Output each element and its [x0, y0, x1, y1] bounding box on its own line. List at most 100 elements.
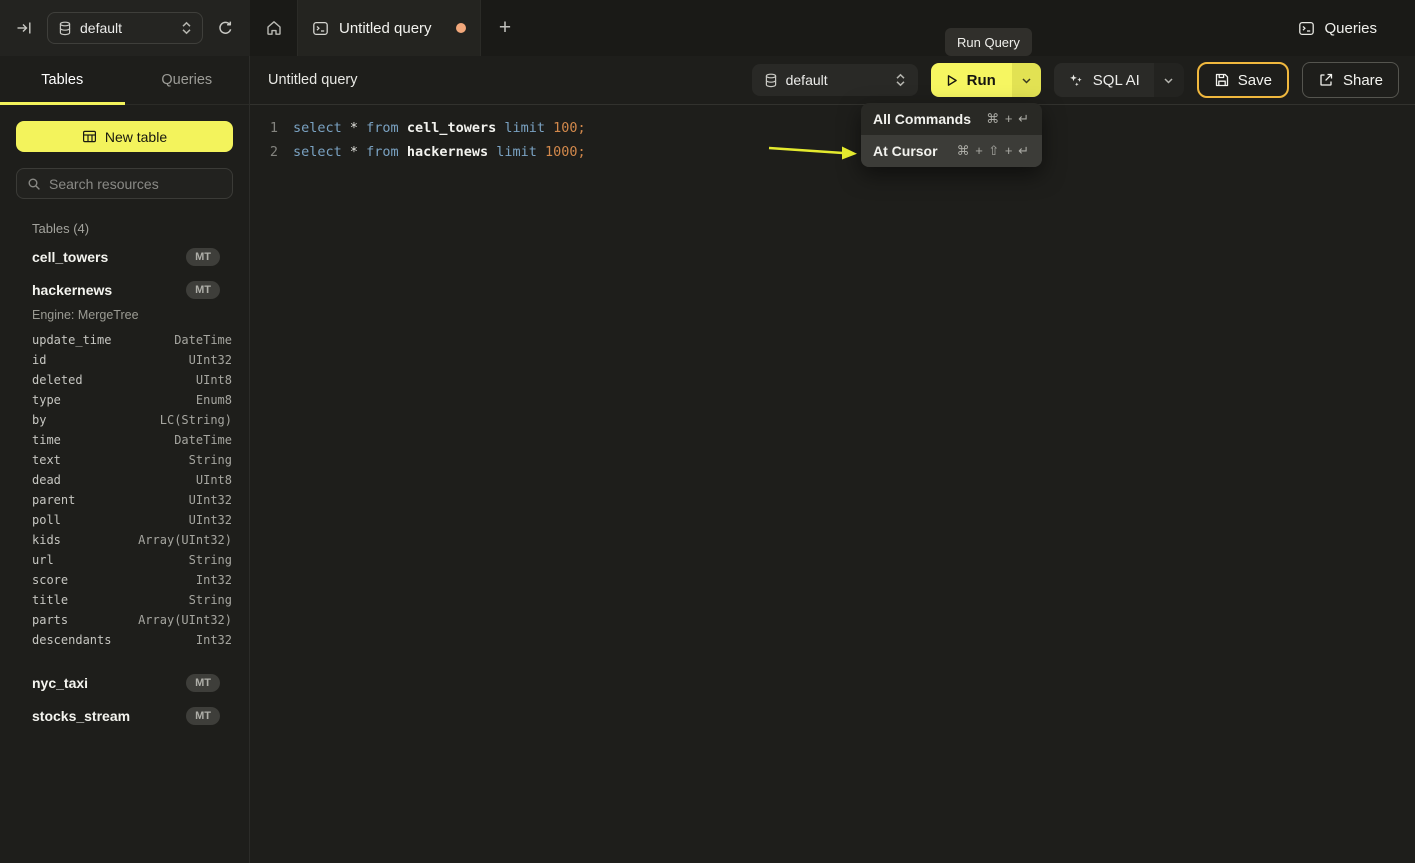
- editor-toolbar: Untitled query default: [250, 56, 1415, 105]
- sidebar-tab-tables[interactable]: Tables: [0, 56, 125, 104]
- chevron-down-icon: [1163, 75, 1174, 86]
- topbar-database-selector[interactable]: default: [47, 12, 203, 44]
- column-name: text: [32, 453, 61, 467]
- share-button[interactable]: Share: [1302, 62, 1399, 98]
- column-name: deleted: [32, 373, 83, 387]
- column-row: kids Array(UInt32): [16, 530, 233, 550]
- query-title: Untitled query: [268, 72, 357, 88]
- tree-gap: [16, 650, 233, 666]
- run-options-button[interactable]: [1012, 63, 1041, 97]
- run-menu-item-label: At Cursor: [873, 143, 938, 159]
- code-line: 1 select * from cell_towers limit 100;: [266, 116, 1415, 140]
- refresh-icon: [217, 20, 234, 37]
- sidebar-body: New table Tables (4) cell_towers MT hack…: [0, 105, 249, 748]
- refresh-button[interactable]: [213, 16, 238, 41]
- column-row: by LC(String): [16, 410, 233, 430]
- new-table-button[interactable]: New table: [16, 121, 233, 152]
- code-token: 1000;: [545, 144, 586, 160]
- column-row: deleted UInt8: [16, 370, 233, 390]
- sidebar-tab-queries[interactable]: Queries: [125, 56, 250, 104]
- code-token: 100;: [553, 120, 586, 136]
- engine-badge: MT: [186, 248, 220, 266]
- collapse-sidebar-icon: [16, 20, 33, 36]
- column-row: title String: [16, 590, 233, 610]
- code-token: [537, 144, 545, 160]
- column-row: parts Array(UInt32): [16, 610, 233, 630]
- code-token: [399, 144, 407, 160]
- column-type: Enum8: [196, 393, 232, 407]
- run-button[interactable]: Run: [931, 63, 1012, 97]
- column-type: UInt32: [189, 353, 232, 367]
- content-area: Untitled query default: [250, 56, 1415, 863]
- run-query-tooltip: Run Query: [945, 28, 1032, 56]
- column-type: String: [189, 553, 232, 567]
- run-menu-item[interactable]: At Cursor ⌘ + ⇧ + ↵: [861, 135, 1042, 167]
- top-bar-left: default: [0, 0, 250, 56]
- table-name: stocks_stream: [32, 708, 130, 724]
- column-name: parts: [32, 613, 68, 627]
- column-name: dead: [32, 473, 61, 487]
- tables-tree: cell_towers MT hackernews MT Engine: Mer…: [16, 240, 233, 732]
- column-type: DateTime: [174, 433, 232, 447]
- toolbar-database-selector[interactable]: default: [752, 64, 918, 96]
- main-area: Tables Queries New table: [0, 56, 1415, 863]
- column-name: kids: [32, 533, 61, 547]
- unsaved-changes-dot: [456, 23, 466, 33]
- column-row: type Enum8: [16, 390, 233, 410]
- line-number: 1: [266, 116, 278, 140]
- home-icon: [265, 19, 283, 37]
- column-name: update_time: [32, 333, 111, 347]
- database-icon: [58, 21, 72, 36]
- table-icon: [82, 129, 97, 144]
- column-name: parent: [32, 493, 75, 507]
- column-row: poll UInt32: [16, 510, 233, 530]
- new-table-label: New table: [105, 129, 167, 145]
- column-type: Array(UInt32): [138, 613, 232, 627]
- queries-button-label: Queries: [1324, 20, 1377, 37]
- code-token: select: [293, 120, 342, 136]
- column-row: id UInt32: [16, 350, 233, 370]
- table-row[interactable]: cell_towers MT: [16, 240, 233, 273]
- search-input[interactable]: [49, 176, 230, 192]
- sql-ai-label: SQL AI: [1093, 72, 1140, 89]
- column-name: id: [32, 353, 46, 367]
- tab-untitled-query[interactable]: Untitled query: [297, 0, 481, 56]
- engine-badge: MT: [186, 281, 220, 299]
- queries-button[interactable]: Queries: [1298, 0, 1377, 56]
- sparkles-icon: [1068, 72, 1084, 88]
- sql-ai-options-button[interactable]: [1154, 63, 1184, 97]
- run-menu-item-label: All Commands: [873, 111, 971, 127]
- new-tab-button[interactable]: +: [481, 0, 529, 56]
- table-row[interactable]: stocks_stream MT: [16, 699, 233, 732]
- column-row: dead UInt8: [16, 470, 233, 490]
- code-line: 2 select * from hackernews limit 1000;: [266, 140, 1415, 164]
- column-type: Array(UInt32): [138, 533, 232, 547]
- column-name: time: [32, 433, 61, 447]
- table-row[interactable]: nyc_taxi MT: [16, 666, 233, 699]
- updown-chevron-icon: [181, 21, 192, 35]
- column-type: UInt32: [189, 513, 232, 527]
- column-name: type: [32, 393, 61, 407]
- column-name: descendants: [32, 633, 111, 647]
- column-row: update_time DateTime: [16, 330, 233, 350]
- table-row[interactable]: hackernews MT: [16, 273, 233, 306]
- database-icon: [764, 73, 778, 88]
- column-row: parent UInt32: [16, 490, 233, 510]
- sql-editor[interactable]: 1 select * from cell_towers limit 100; 2…: [250, 105, 1415, 863]
- tab-bar: Untitled query + Queries: [250, 0, 1415, 56]
- app-window: default: [0, 0, 1415, 863]
- save-button[interactable]: Save: [1197, 62, 1289, 98]
- run-menu-item-shortcut: ⌘ + ↵: [986, 111, 1030, 127]
- sql-ai-button[interactable]: SQL AI: [1054, 63, 1154, 97]
- search-box: [16, 168, 233, 199]
- play-icon: [944, 73, 959, 88]
- collapse-sidebar-button[interactable]: [12, 16, 37, 40]
- column-type: UInt8: [196, 373, 232, 387]
- run-menu-item[interactable]: All Commands ⌘ + ↵: [861, 103, 1042, 135]
- run-menu-item-shortcut: ⌘ + ⇧ + ↵: [957, 143, 1030, 159]
- tables-section-label: Tables (4): [32, 221, 233, 236]
- home-button[interactable]: [250, 0, 297, 56]
- share-icon: [1318, 72, 1334, 88]
- table-name: nyc_taxi: [32, 675, 88, 691]
- terminal-icon: [312, 20, 329, 37]
